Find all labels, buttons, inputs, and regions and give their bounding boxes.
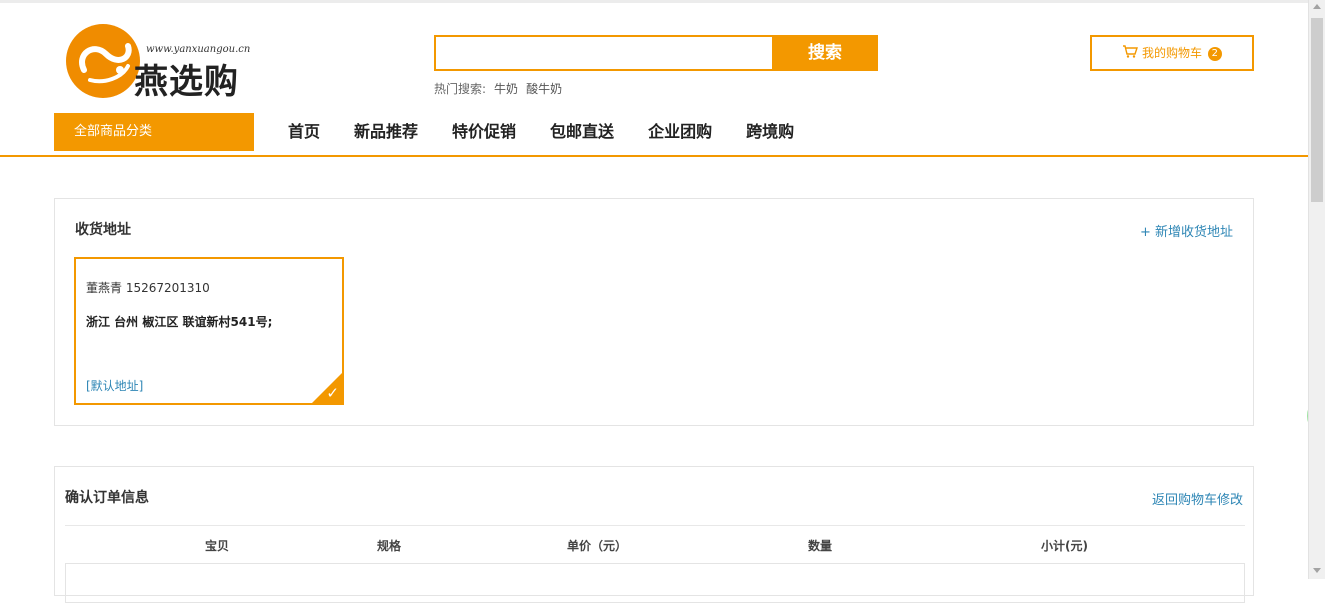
nav-group-buy[interactable]: 企业团购	[648, 113, 712, 151]
cart-count-badge: 2	[1207, 46, 1222, 61]
hot-searches: 热门搜索: 牛奶 酸牛奶	[434, 80, 570, 97]
vertical-scrollbar[interactable]	[1308, 0, 1325, 579]
scroll-down-icon[interactable]	[1313, 568, 1321, 573]
search-button[interactable]: 搜索	[772, 35, 878, 71]
address-name-phone: 董燕青 15267201310	[86, 281, 210, 295]
scroll-thumb[interactable]	[1311, 18, 1323, 202]
hot-keyword[interactable]: 牛奶	[494, 82, 518, 96]
address-line: 浙江 台州 椒江区 联谊新村541号;	[86, 315, 273, 329]
top-border	[0, 0, 1308, 3]
nav-cross-border[interactable]: 跨境购	[746, 113, 794, 151]
logo-mouse-icon	[66, 24, 140, 98]
nav-new-products[interactable]: 新品推荐	[354, 113, 418, 151]
order-title: 确认订单信息	[65, 490, 149, 506]
column-header-item: 宝贝	[205, 539, 230, 553]
scroll-up-icon[interactable]	[1313, 4, 1321, 9]
all-categories-button[interactable]: 全部商品分类	[54, 113, 254, 151]
main-nav: 首页 新品推荐 特价促销 包邮直送 企业团购 跨境购	[288, 113, 794, 151]
nav-promotions[interactable]: 特价促销	[452, 113, 516, 151]
back-to-cart-link[interactable]: 返回购物车修改	[1152, 489, 1243, 508]
nav-free-shipping[interactable]: 包邮直送	[550, 113, 614, 151]
hot-keyword[interactable]: 酸牛奶	[526, 82, 562, 96]
cart-icon	[1122, 45, 1142, 60]
column-header-spec: 规格	[377, 539, 402, 553]
column-header-subtotal: 小计(元)	[1041, 539, 1088, 553]
site-logo[interactable]: www.yanxuangou.cn 燕选购	[62, 22, 262, 102]
nav-divider	[0, 155, 1308, 157]
nav-home[interactable]: 首页	[288, 113, 320, 151]
address-title: 收货地址	[75, 222, 131, 238]
cart-label: 我的购物车	[1141, 46, 1202, 60]
add-address-link[interactable]: + 新增收货地址	[1140, 221, 1233, 240]
order-divider	[65, 525, 1245, 526]
address-card[interactable]: 董燕青 15267201310 浙江 台州 椒江区 联谊新村541号; [默认地…	[74, 257, 344, 405]
logo-name: 燕选购	[134, 62, 239, 102]
column-header-quantity: 数量	[808, 539, 833, 553]
checkmark-icon: ✓	[326, 384, 339, 402]
hot-search-label: 热门搜索:	[434, 82, 487, 96]
default-address-label: [默认地址]	[86, 379, 144, 393]
order-items-table	[65, 563, 1245, 603]
shipping-address-panel: 收货地址 + 新增收货地址 董燕青 15267201310 浙江 台州 椒江区 …	[54, 198, 1254, 426]
column-header-price: 单价（元）	[567, 539, 628, 553]
order-confirm-panel: 确认订单信息 返回购物车修改 宝贝 规格 单价（元） 数量 小计(元)	[54, 466, 1254, 603]
cart-button[interactable]: 我的购物车 2	[1090, 35, 1254, 71]
search-input[interactable]	[434, 35, 772, 71]
